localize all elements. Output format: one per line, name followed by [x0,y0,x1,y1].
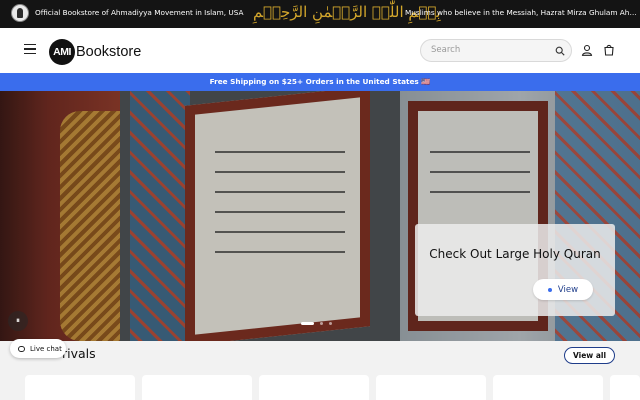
pause-slideshow-button[interactable]: ⏸ [8,311,28,331]
site-header: AMI Bookstore [0,28,640,73]
announcement-marquee: Muslims who believe in the Messiah, Hazr… [405,8,637,17]
logo-name: Bookstore [76,44,142,60]
view-all-button[interactable]: View all [564,347,615,364]
button-dot-icon [547,287,552,292]
search-box[interactable] [420,39,572,62]
site-logo[interactable]: AMI Bookstore [49,39,141,65]
view-button[interactable]: View [533,279,593,300]
free-shipping-banner[interactable]: Free Shipping on $25+ Orders in the Unit… [0,73,640,91]
pause-icon: ⏸ [16,316,20,325]
live-chat-label: Live chat [30,344,62,353]
product-card[interactable] [142,375,252,400]
chat-bubble-icon [18,345,25,352]
product-card[interactable] [493,375,603,400]
hero-slideshow: Check Out Large Holy Quran View ⏸ [0,91,640,341]
section-title: rivals [62,346,96,361]
view-button-label: View [557,284,579,295]
hero-promo-card: Check Out Large Holy Quran View [415,224,615,316]
cart-icon[interactable] [603,44,615,56]
promo-title: Check Out Large Holy Quran [429,247,601,261]
slide-dot[interactable] [320,322,323,325]
menu-icon[interactable] [24,44,36,54]
search-input[interactable] [431,45,551,55]
official-bookstore-text: Official Bookstore of Ahmadiyya Movement… [35,8,244,17]
ahmadiyya-emblem-icon [11,4,29,22]
account-icon[interactable] [581,44,593,56]
live-chat-button[interactable]: Live chat [10,339,66,358]
product-card[interactable] [259,375,369,400]
product-card[interactable] [25,375,135,400]
product-card[interactable] [376,375,486,400]
search-icon[interactable] [555,46,565,56]
announcement-bar: Official Bookstore of Ahmadiyya Movement… [0,0,640,28]
new-arrivals-section: rivals View all [0,341,640,400]
logo-badge: AMI [49,39,75,65]
product-card[interactable] [610,375,640,400]
slide-dot[interactable] [301,322,314,325]
slide-dot[interactable] [329,322,332,325]
slide-indicators [301,322,338,325]
